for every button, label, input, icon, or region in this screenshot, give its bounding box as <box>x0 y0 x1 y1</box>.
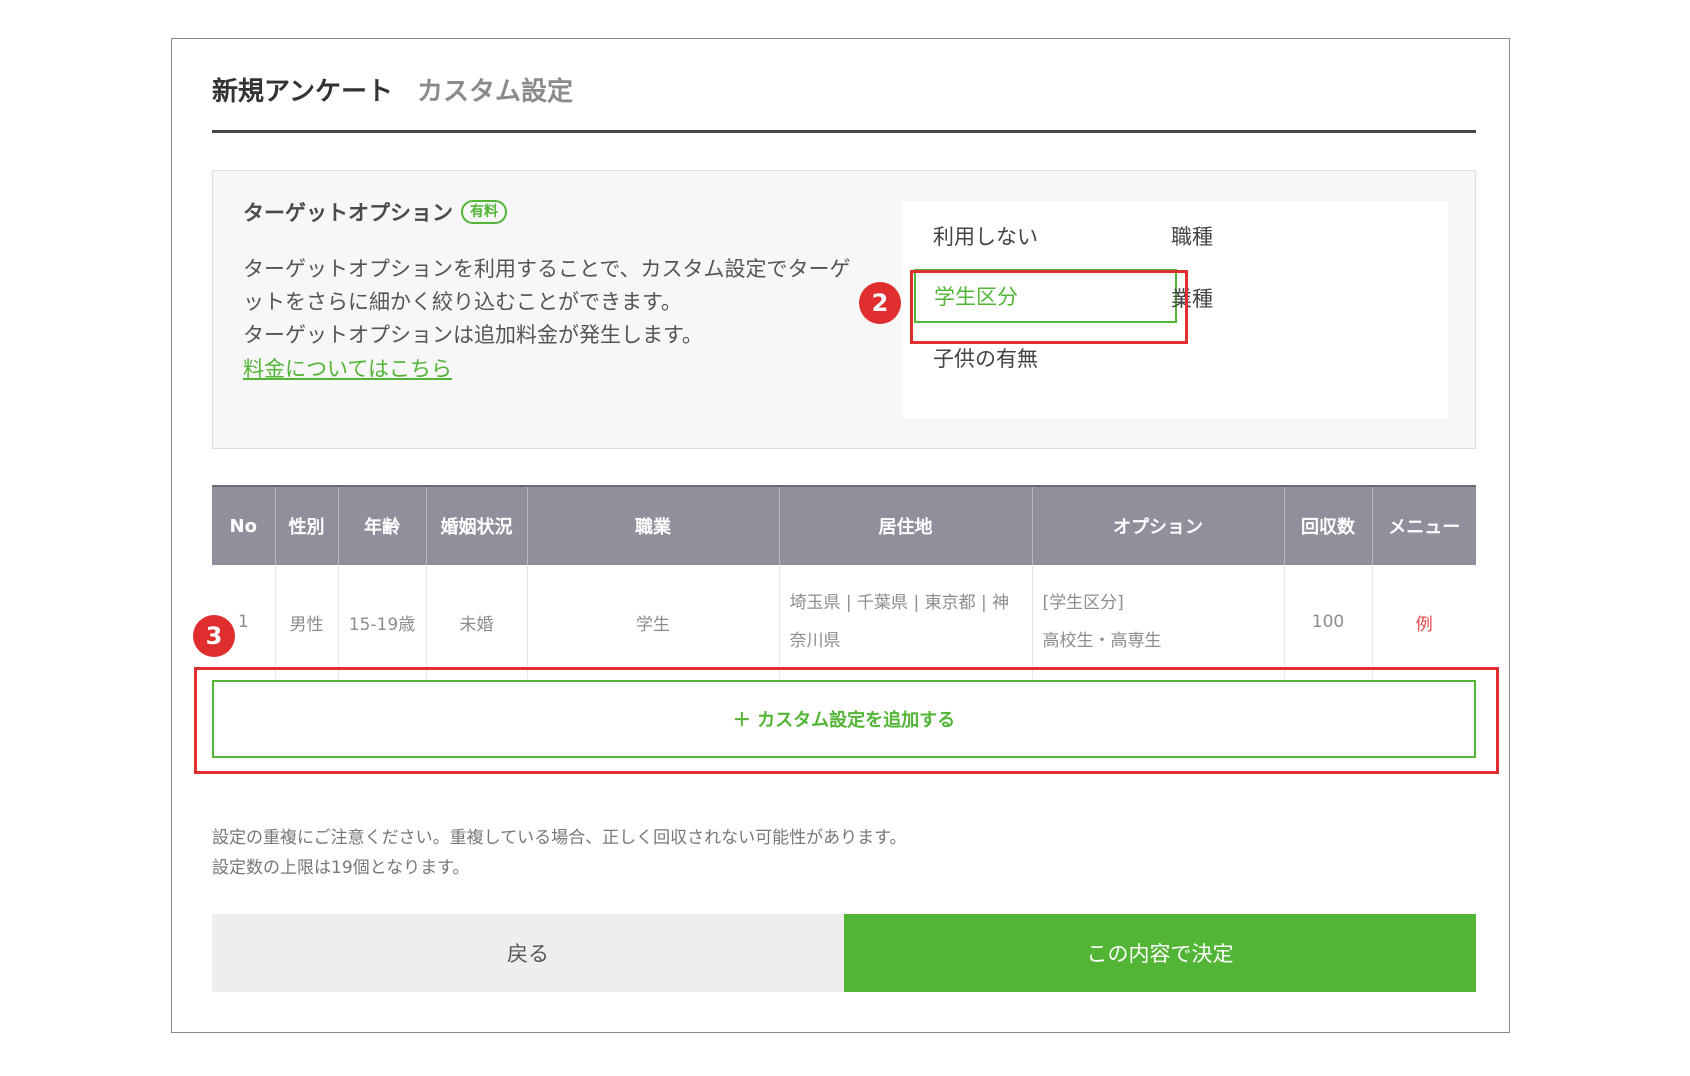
custom-settings-table: No 性別 年齢 婚姻状況 職業 居住地 オプション 回収数 メニュー 1 男性… <box>212 485 1476 679</box>
col-no: No <box>212 485 276 565</box>
cell-residence: 埼玉県 | 千葉県 | 東京都 | 神 奈川県 <box>779 565 1033 679</box>
target-option-description: ターゲットオプションを利用することで、カスタム設定でターゲ ットをさらに細かく絞… <box>243 253 883 352</box>
choice-occupation-type[interactable]: 職種 <box>1171 221 1213 251</box>
step-3-badge: 3 <box>193 615 235 657</box>
callout-highlight-option <box>910 270 1188 344</box>
notes: 設定の重複にご注意ください。重複している場合、正しく回収されない可能性があります… <box>212 823 906 883</box>
note-line: 設定の重複にご注意ください。重複している場合、正しく回収されない可能性があります… <box>212 828 907 848</box>
col-count: 回収数 <box>1284 485 1373 565</box>
survey-panel: 新規アンケート カスタム設定 ターゲットオプション 有料 ターゲットオプションを… <box>171 38 1510 1033</box>
submit-button[interactable]: この内容で決定 <box>844 914 1476 992</box>
callout-highlight-add <box>194 667 1499 774</box>
header-divider <box>212 130 1476 133</box>
cell-gender: 男性 <box>275 565 339 679</box>
cell-age: 15-19歳 <box>338 565 427 679</box>
col-residence: 居住地 <box>779 485 1033 565</box>
col-option: オプション <box>1032 485 1285 565</box>
row-menu-button[interactable]: 例 <box>1372 565 1476 679</box>
page-title: 新規アンケート <box>212 76 393 107</box>
paid-badge: 有料 <box>461 200 507 224</box>
cell-marital: 未婚 <box>426 565 528 679</box>
cell-job: 学生 <box>527 565 780 679</box>
desc-line: ットをさらに細かく絞り込むことができます。 <box>243 290 682 314</box>
desc-line: ターゲットオプションを利用することで、カスタム設定でターゲ <box>243 257 851 281</box>
desc-line: ターゲットオプションは追加料金が発生します。 <box>243 323 703 347</box>
option-line: [学生区分] <box>1042 593 1124 613</box>
target-option-box: ターゲットオプション 有料 ターゲットオプションを利用することで、カスタム設定で… <box>212 170 1476 449</box>
col-job: 職業 <box>527 485 780 565</box>
col-marital: 婚姻状況 <box>426 485 528 565</box>
choice-none[interactable]: 利用しない <box>933 221 1038 251</box>
residence-line: 埼玉県 | 千葉県 | 東京都 | 神 <box>789 593 1010 613</box>
choice-children[interactable]: 子供の有無 <box>933 343 1038 373</box>
page-subtitle: カスタム設定 <box>416 76 573 107</box>
pricing-link[interactable]: 料金についてはこちら <box>243 353 452 383</box>
target-option-heading: ターゲットオプション 有料 <box>243 197 507 227</box>
cell-option: [学生区分] 高校生・高専生 <box>1032 565 1285 679</box>
target-option-title: ターゲットオプション <box>243 201 453 225</box>
col-gender: 性別 <box>275 485 339 565</box>
table-header-row: No 性別 年齢 婚姻状況 職業 居住地 オプション 回収数 メニュー <box>212 485 1476 565</box>
option-line: 高校生・高専生 <box>1042 631 1162 651</box>
note-line: 設定数の上限は19個となります。 <box>212 858 470 878</box>
cell-count: 100 <box>1284 565 1373 679</box>
back-button[interactable]: 戻る <box>212 914 844 992</box>
table-row: 1 男性 15-19歳 未婚 学生 埼玉県 | 千葉県 | 東京都 | 神 奈川… <box>212 565 1476 679</box>
page-header: 新規アンケート カスタム設定 <box>212 59 573 119</box>
col-age: 年齢 <box>338 485 427 565</box>
col-menu: メニュー <box>1372 485 1476 565</box>
residence-line: 奈川県 <box>789 631 841 651</box>
step-2-badge: 2 <box>859 282 901 324</box>
